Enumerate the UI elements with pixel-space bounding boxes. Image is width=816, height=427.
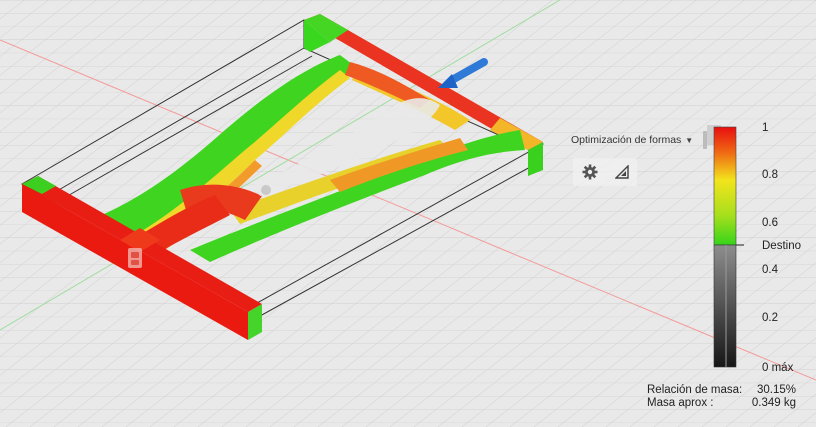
triangle-ruler-icon xyxy=(614,165,629,179)
mass-ratio-row: Relación de masa: 30.15% xyxy=(647,384,796,397)
scale-label-0.2: 0.2 xyxy=(762,312,778,324)
settings-button[interactable] xyxy=(582,164,598,180)
scale-label-0.4: 0.4 xyxy=(762,264,778,276)
scale-label-0.6: 0.6 xyxy=(762,217,778,229)
tool-bar xyxy=(573,158,637,186)
3d-viewport[interactable] xyxy=(0,0,816,427)
mass-approx-label: Masa aprox : xyxy=(647,397,714,409)
scale-label-0-max: 0 máx xyxy=(762,362,794,374)
gear-icon xyxy=(582,164,597,180)
mass-approx-row: Masa aprox : 0.349 kg xyxy=(647,397,796,410)
scale-label-0.8: 0.8 xyxy=(762,169,778,181)
scale-label-1: 1 xyxy=(762,122,769,134)
mass-approx-value: 0.349 kg xyxy=(751,397,796,409)
scale-target-label: Destino xyxy=(762,240,801,252)
origin-marker xyxy=(261,185,271,195)
mass-statistics: Relación de masa: 30.15% Masa aprox : 0.… xyxy=(647,384,796,410)
result-color-scale xyxy=(707,125,744,368)
view-button[interactable] xyxy=(614,165,629,179)
constraint-lock-icon[interactable] xyxy=(128,248,142,268)
mass-ratio-label: Relación de masa: xyxy=(647,384,743,396)
mode-label: Optimización de formas xyxy=(571,134,682,146)
chevron-down-icon: ▼ xyxy=(685,135,694,145)
mode-dropdown[interactable]: Optimización de formas ▼ xyxy=(571,130,708,150)
mass-ratio-value: 30.15% xyxy=(756,384,796,396)
